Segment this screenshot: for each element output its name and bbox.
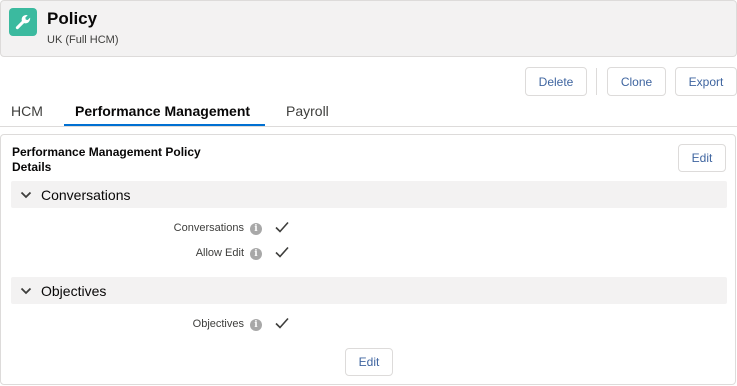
policy-details-card: Performance Management Policy Details Ed… [0,134,736,385]
export-button[interactable]: Export [675,67,737,96]
chevron-down-icon [20,189,32,201]
tab-bar: HCM Performance Management Payroll [0,97,737,127]
checkmark-icon [275,246,289,258]
checkmark-icon [275,221,289,233]
edit-button[interactable]: Edit [678,144,726,172]
info-icon[interactable]: i [250,319,262,331]
section-conversations[interactable]: Conversations [11,181,727,208]
field-label-allow-edit: Allow Edit [195,247,244,259]
page-header: Policy UK (Full HCM) [0,0,737,57]
page-subtitle: UK (Full HCM) [47,34,119,46]
button-divider [596,68,597,95]
clone-button[interactable]: Clone [607,67,666,96]
tab-hcm[interactable]: HCM [11,103,43,119]
delete-button[interactable]: Delete [525,67,587,96]
page-title: Policy [47,9,98,28]
info-icon[interactable]: i [250,223,262,235]
section-label: Objectives [41,282,107,299]
section-label: Conversations [41,186,131,203]
field-label-conversations: Conversations [173,222,244,234]
active-tab-indicator [64,124,265,126]
tab-performance-management[interactable]: Performance Management [75,103,250,119]
footer-edit-button[interactable]: Edit [345,348,393,376]
chevron-down-icon [20,285,32,297]
field-label-objectives: Objectives [192,318,244,330]
checkmark-icon [275,317,289,329]
section-objectives[interactable]: Objectives [11,277,727,304]
wrench-icon [9,8,37,36]
tab-payroll[interactable]: Payroll [286,103,329,119]
card-title: Performance Management Policy Details [12,145,201,174]
info-icon[interactable]: i [250,248,262,260]
